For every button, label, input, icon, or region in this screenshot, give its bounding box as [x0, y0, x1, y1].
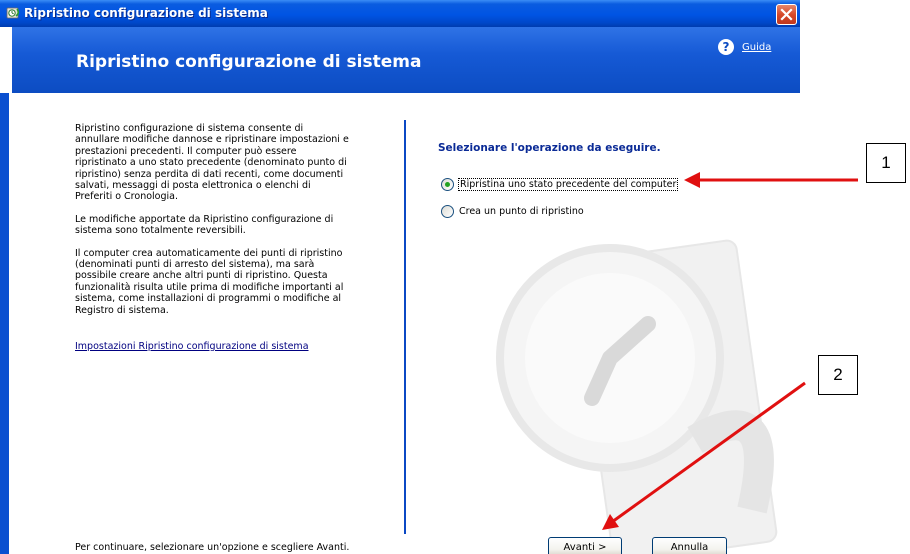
window-title: Ripristino configurazione di sistema [24, 6, 268, 20]
settings-link[interactable]: Impostazioni Ripristino configurazione d… [75, 341, 309, 352]
description-paragraph: Ripristino configurazione di sistema con… [75, 123, 349, 203]
help-link[interactable]: Guida [742, 42, 771, 53]
left-border [0, 93, 9, 554]
restore-option[interactable]: Ripristina uno stato precedente del comp… [441, 176, 679, 192]
system-restore-icon [6, 7, 20, 19]
next-button[interactable]: Avanti > [548, 537, 622, 554]
create-point-option-label[interactable]: Crea un punto di ripristino [458, 206, 585, 217]
cancel-button[interactable]: Annulla [652, 537, 727, 554]
header-left-edge [0, 27, 12, 93]
callout-1: 1 [866, 143, 906, 183]
page-title: Ripristino configurazione di sistema [76, 52, 422, 72]
help-icon[interactable]: ? [718, 39, 734, 55]
system-restore-window: Ripristino configurazione di sistema Rip… [0, 0, 800, 554]
create-point-radio[interactable] [441, 204, 454, 218]
close-button[interactable] [776, 4, 797, 25]
callout-2: 2 [818, 355, 858, 395]
instruction-text: Per continuare, selezionare un'opzione e… [75, 542, 350, 553]
header-banner: Ripristino configurazione di sistema ? G… [0, 27, 800, 93]
description-text: Ripristino configurazione di sistema con… [75, 123, 350, 327]
restore-option-label[interactable]: Ripristina uno stato precedente del comp… [458, 177, 679, 191]
description-paragraph: Le modifiche apportate da Ripristino con… [75, 213, 334, 237]
close-icon [780, 8, 793, 21]
create-point-option[interactable]: Crea un punto di ripristino [441, 203, 585, 219]
clock-watermark-icon [496, 239, 778, 554]
description-paragraph: Il computer crea automaticamente dei pun… [75, 247, 344, 316]
restore-radio[interactable] [441, 177, 454, 191]
radio-selected-dot [445, 181, 450, 187]
operation-prompt: Selezionare l'operazione da eseguire. [438, 142, 661, 154]
title-bar[interactable]: Ripristino configurazione di sistema [0, 0, 800, 27]
panel-divider [404, 120, 406, 534]
